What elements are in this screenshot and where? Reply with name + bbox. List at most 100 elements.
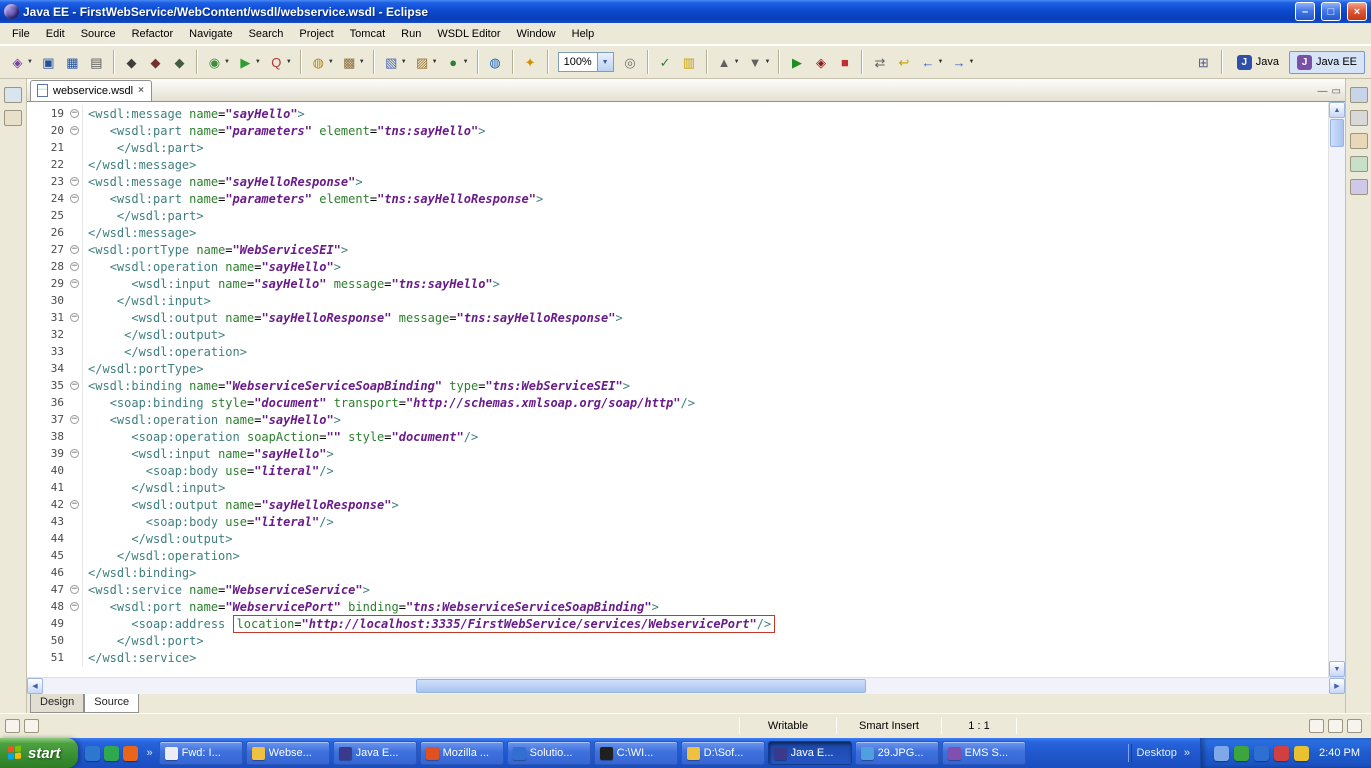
taskbar-button[interactable]: Webse... — [245, 741, 330, 765]
fold-marker-icon[interactable]: − — [67, 377, 83, 394]
antivirus-icon[interactable] — [1274, 745, 1290, 761]
perspective-java-button[interactable]: J Java — [1229, 51, 1287, 74]
fold-marker-icon[interactable]: − — [67, 309, 83, 326]
taskbar-button[interactable]: Solutio... — [506, 741, 591, 765]
monitor-icon[interactable] — [1347, 719, 1362, 733]
new-class-button[interactable]: ● ▼ — [442, 49, 472, 75]
forward-button[interactable]: → ▼ — [947, 49, 977, 75]
code-line[interactable]: 37− <wsdl:operation name="sayHello"> — [27, 411, 1328, 428]
dropdown-arrow-icon[interactable]: ▼ — [359, 59, 365, 65]
snippets-view-icon[interactable] — [1349, 179, 1368, 195]
close-button[interactable]: × — [1347, 2, 1367, 21]
taskbar-button[interactable]: C:\WI... — [593, 741, 678, 765]
minimize-editor-icon[interactable]: — — [1318, 86, 1332, 101]
open-perspective-button[interactable]: ⊞ — [1192, 49, 1215, 75]
editor-tab-webservice-wsdl[interactable]: webservice.wsdl × — [30, 80, 152, 101]
maximize-button[interactable]: □ — [1321, 2, 1341, 21]
code-line[interactable]: 46 </wsdl:binding> — [27, 564, 1328, 581]
next-annotation-button[interactable]: ▼ ▼ — [744, 49, 774, 75]
maximize-editor-icon[interactable]: ▭ — [1332, 86, 1345, 101]
taskbar-button[interactable]: 29.JPG... — [854, 741, 939, 765]
dropdown-arrow-icon[interactable]: ▼ — [224, 59, 230, 65]
perspective-javaee-button[interactable]: J Java EE — [1289, 50, 1365, 74]
properties-view-icon[interactable] — [1349, 133, 1368, 149]
code-line[interactable]: 27− <wsdl:portType name="WebServiceSEI"> — [27, 241, 1328, 258]
dropdown-arrow-icon[interactable]: ▼ — [286, 59, 292, 65]
tab-source[interactable]: Source — [84, 694, 140, 713]
code-line[interactable]: 43 <soap:body use="literal"/> — [27, 513, 1328, 530]
code-line[interactable]: 45 </wsdl:operation> — [27, 547, 1328, 564]
code-line[interactable]: 19− <wsdl:message name="sayHello"> — [27, 105, 1328, 122]
run-button[interactable]: ▶ ▼ — [234, 49, 264, 75]
menu-item-run[interactable]: Run — [393, 25, 429, 43]
mark-occurrences-button[interactable]: ▥ — [678, 49, 701, 75]
quick-launch-overflow-icon[interactable]: » — [145, 747, 155, 759]
code-line[interactable]: 48− <wsdl:port name="WebservicePort" bin… — [27, 598, 1328, 615]
save-button[interactable]: ▣ — [37, 49, 60, 75]
vertical-scroll-track[interactable] — [1329, 118, 1345, 661]
ant-run-button[interactable]: ◆ — [168, 49, 191, 75]
menu-item-search[interactable]: Search — [241, 25, 292, 43]
horizontal-scroll-track[interactable] — [43, 678, 1329, 694]
code-line[interactable]: 49 <soap:address location="http://localh… — [27, 614, 1328, 633]
save-all-button[interactable]: ▦ — [61, 49, 84, 75]
code-line[interactable]: 40 <soap:body use="literal"/> — [27, 462, 1328, 479]
code-line[interactable]: 33 </wsdl:operation> — [27, 343, 1328, 360]
fold-marker-icon[interactable]: − — [67, 105, 83, 122]
taskbar-button[interactable]: Fwd: I... — [158, 741, 243, 765]
new-java-project-button[interactable]: ▧ ▼ — [380, 49, 410, 75]
browser-icon[interactable] — [103, 745, 119, 761]
fold-marker-icon[interactable]: − — [67, 122, 83, 139]
menu-item-refactor[interactable]: Refactor — [124, 25, 182, 43]
progress-icon[interactable] — [1309, 719, 1324, 733]
code-line[interactable]: 25 </wsdl:part> — [27, 207, 1328, 224]
last-edit-button[interactable]: ↩ — [892, 49, 915, 75]
vertical-scroll-thumb[interactable] — [1330, 119, 1344, 147]
scroll-down-icon[interactable]: ▼ — [1329, 661, 1345, 677]
dropdown-arrow-icon[interactable]: ▼ — [27, 59, 33, 65]
menu-item-navigate[interactable]: Navigate — [181, 25, 240, 43]
start-button[interactable]: start — [0, 738, 78, 768]
menu-item-help[interactable]: Help — [564, 25, 603, 43]
new-wizard-button[interactable]: ◈ ▼ — [6, 49, 36, 75]
zoom-dropdown-icon[interactable]: ▼ — [596, 53, 613, 71]
dropdown-arrow-icon[interactable]: ▼ — [255, 59, 261, 65]
fold-marker-icon[interactable]: − — [67, 258, 83, 275]
code-line[interactable]: 47− <wsdl:service name="WebserviceService… — [27, 581, 1328, 598]
code-line[interactable]: 24− <wsdl:part name="parameters" element… — [27, 190, 1328, 207]
messenger-icon[interactable] — [1254, 745, 1270, 761]
code-line[interactable]: 30 </wsdl:input> — [27, 292, 1328, 309]
dropdown-arrow-icon[interactable]: ▼ — [734, 59, 740, 65]
external-tools-button[interactable]: Q ▼ — [265, 49, 295, 75]
validate-button[interactable]: ✓ — [654, 49, 677, 75]
outline-view-icon[interactable] — [1349, 110, 1368, 126]
zoom-select-button[interactable]: ◎ — [619, 49, 642, 75]
scroll-up-icon[interactable]: ▲ — [1329, 102, 1345, 118]
edit-status-icon[interactable] — [24, 719, 39, 733]
menu-item-edit[interactable]: Edit — [38, 25, 73, 43]
new-ant-build-button[interactable]: ◆ — [120, 49, 143, 75]
search-button[interactable]: ✦ — [519, 49, 542, 75]
toolbar-grip[interactable] — [1127, 744, 1132, 762]
code-line[interactable]: 26 </wsdl:message> — [27, 224, 1328, 241]
code-line[interactable]: 29− <wsdl:input name="sayHello" message=… — [27, 275, 1328, 292]
code-line[interactable]: 28− <wsdl:operation name="sayHello"> — [27, 258, 1328, 275]
tab-design[interactable]: Design — [30, 694, 85, 713]
volume-icon[interactable] — [1214, 745, 1230, 761]
code-line[interactable]: 21 </wsdl:part> — [27, 139, 1328, 156]
window-status-icon[interactable] — [5, 719, 20, 733]
menu-item-wsdl-editor[interactable]: WSDL Editor — [429, 25, 508, 43]
scroll-right-icon[interactable]: ▶ — [1329, 678, 1345, 694]
code-area[interactable]: 19− <wsdl:message name="sayHello"> 20− <ws… — [27, 102, 1328, 677]
fold-marker-icon[interactable]: − — [67, 445, 83, 462]
new-dynamic-web-project-button[interactable]: ▩ ▼ — [338, 49, 368, 75]
link-editor-button[interactable]: ⇄ — [868, 49, 891, 75]
code-line[interactable]: 31− <wsdl:output name="sayHelloResponse"… — [27, 309, 1328, 326]
code-line[interactable]: 41 </wsdl:input> — [27, 479, 1328, 496]
zoom-level-combo[interactable]: 100% ▼ — [557, 52, 614, 72]
scroll-left-icon[interactable]: ◀ — [27, 678, 43, 694]
ant-debug-button[interactable]: ◆ — [144, 49, 167, 75]
taskbar-button[interactable]: Mozilla ... — [419, 741, 504, 765]
fold-marker-icon[interactable]: − — [67, 496, 83, 513]
code-line[interactable]: 51 </wsdl:service> — [27, 649, 1328, 666]
